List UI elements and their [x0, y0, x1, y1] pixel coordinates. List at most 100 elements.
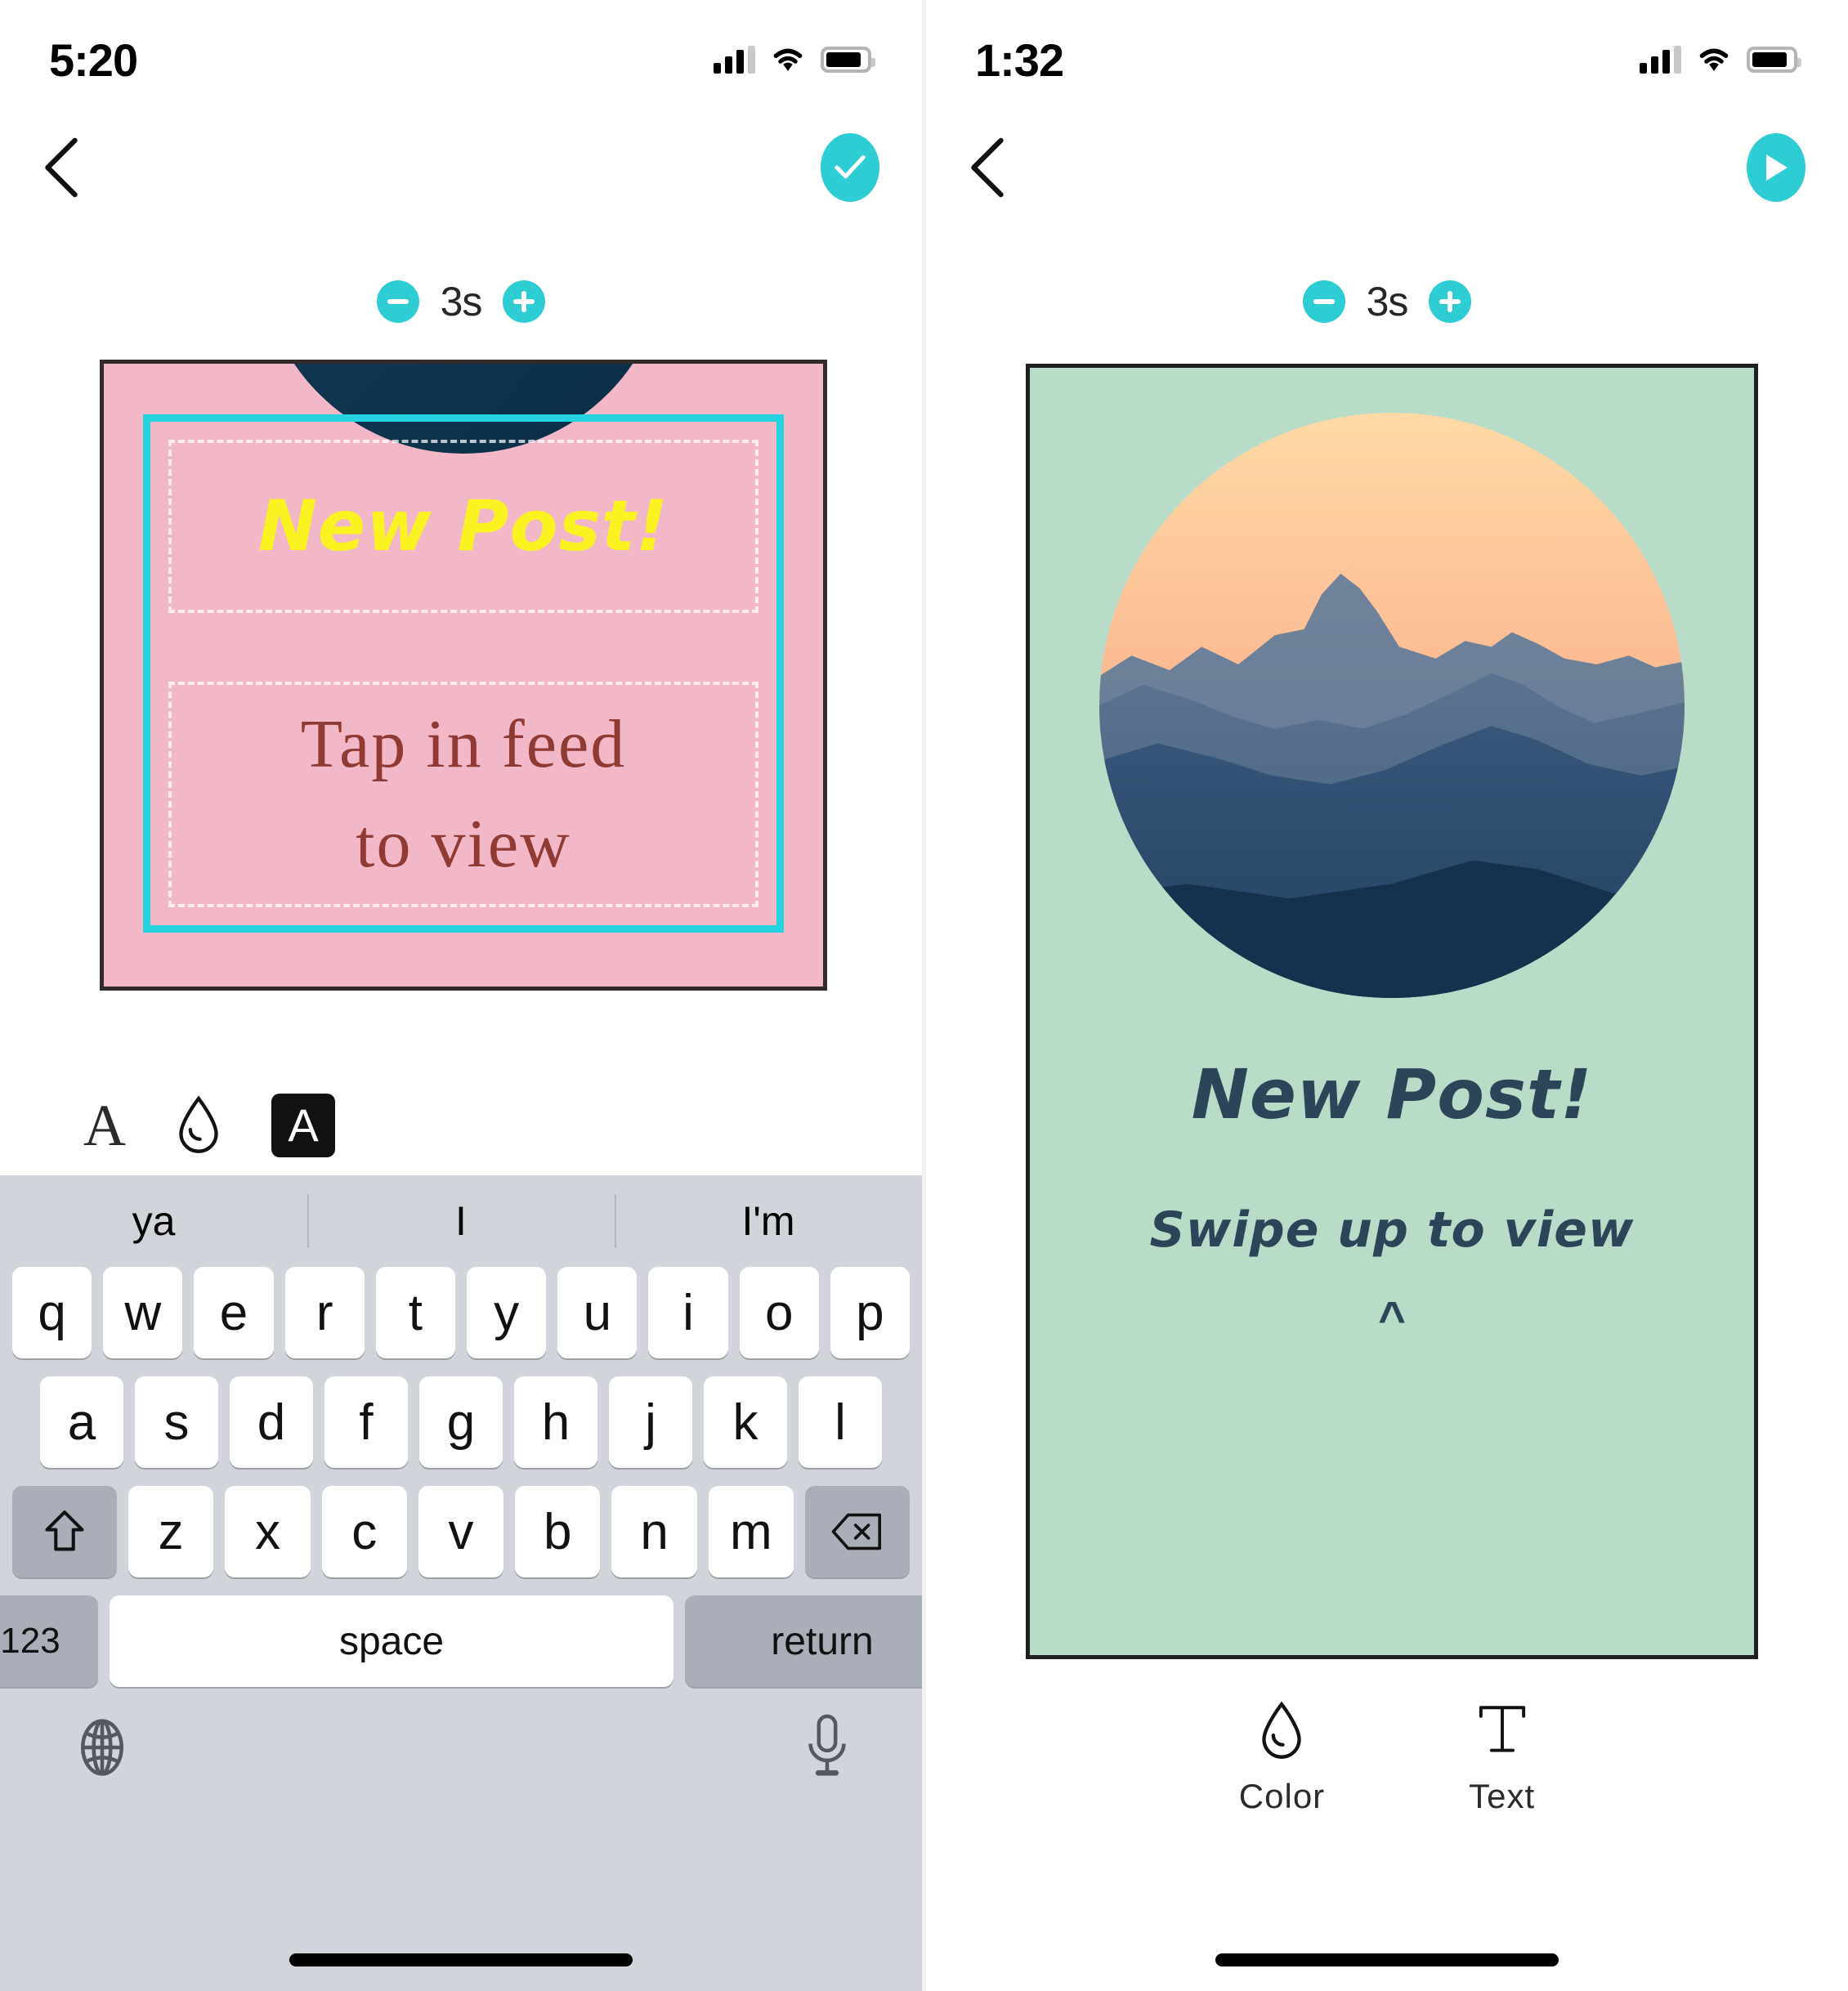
battery-icon — [821, 47, 875, 73]
suggestion-bar: ya I I'm — [0, 1175, 922, 1267]
navigation-bar — [0, 114, 922, 221]
card-body: Tap in feed to view — [301, 695, 627, 894]
card-body-line2: to view — [356, 806, 571, 882]
home-indicator — [1215, 1953, 1559, 1966]
status-time: 1:32 — [975, 34, 1064, 86]
story-card-editor[interactable]: New Post! Tap in feed to view — [100, 360, 827, 991]
keyboard-row-3: z x c v b n m — [0, 1486, 922, 1577]
on-screen-keyboard: ya I I'm q w e r t y u i o p a s d f g h… — [0, 1175, 922, 1991]
key-z[interactable]: z — [128, 1486, 214, 1577]
globe-icon[interactable] — [70, 1715, 134, 1780]
key-j[interactable]: j — [609, 1376, 692, 1468]
keyboard-row-1: q w e r t y u i o p — [0, 1267, 922, 1358]
duration-control: 3s — [0, 278, 922, 325]
text-tool-button[interactable]: Text — [1469, 1700, 1535, 1816]
key-d[interactable]: d — [230, 1376, 313, 1468]
increase-duration-button[interactable] — [1429, 280, 1472, 323]
key-m[interactable]: m — [708, 1486, 794, 1577]
decrease-duration-button[interactable] — [376, 280, 419, 323]
key-v[interactable]: v — [418, 1486, 504, 1577]
battery-icon — [1747, 47, 1801, 73]
text-tool-label: Text — [1469, 1777, 1536, 1815]
numbers-key[interactable]: 123 — [0, 1595, 98, 1687]
right-phone-screen: 1:32 3s New Post! Swipe up to view ^ Col… — [926, 0, 1848, 1991]
check-icon — [835, 154, 866, 179]
suggestion-2[interactable]: I'm — [615, 1197, 922, 1245]
key-y[interactable]: y — [467, 1267, 547, 1358]
key-g[interactable]: g — [419, 1376, 503, 1468]
key-q[interactable]: q — [11, 1267, 92, 1358]
navigation-bar — [926, 114, 1848, 221]
key-o[interactable]: o — [739, 1267, 819, 1358]
key-w[interactable]: w — [103, 1267, 183, 1358]
key-x[interactable]: x — [225, 1486, 311, 1577]
suggestion-1[interactable]: I — [307, 1197, 615, 1245]
cellular-signal-icon — [1640, 46, 1681, 74]
status-bar: 5:20 — [0, 0, 922, 108]
back-chevron-icon[interactable] — [39, 136, 85, 199]
editor-tool-row: A A — [0, 1064, 335, 1187]
play-icon — [1766, 154, 1788, 181]
microphone-icon[interactable] — [803, 1713, 852, 1782]
card-headline: New Post! — [257, 485, 669, 567]
space-key[interactable]: space — [110, 1595, 673, 1687]
droplet-icon — [179, 1095, 218, 1153]
back-chevron-icon[interactable] — [965, 136, 1011, 199]
story-card-preview[interactable]: New Post! Swipe up to view ^ — [1026, 364, 1758, 1659]
decrease-duration-button[interactable] — [1302, 280, 1345, 323]
preview-headline: New Post! — [1191, 1054, 1593, 1134]
duration-value: 3s — [1366, 279, 1409, 324]
body-text-box[interactable]: Tap in feed to view — [168, 682, 758, 907]
droplet-icon — [1262, 1701, 1302, 1759]
delete-key[interactable] — [804, 1486, 910, 1577]
preview-bottom-toolbar: Color Text — [926, 1700, 1848, 1816]
color-tool-button[interactable] — [173, 1094, 224, 1157]
key-e[interactable]: e — [194, 1267, 274, 1358]
key-k[interactable]: k — [704, 1376, 787, 1468]
confirm-button[interactable] — [821, 133, 879, 202]
color-tool-label: Color — [1238, 1777, 1326, 1815]
text-selection-frame[interactable]: New Post! Tap in feed to view — [143, 414, 784, 933]
mountain-photo-svg — [1099, 413, 1685, 998]
key-h[interactable]: h — [514, 1376, 597, 1468]
wifi-icon — [1699, 48, 1729, 71]
suggestion-0[interactable]: ya — [0, 1197, 307, 1245]
keyboard-row-4: 123 space return — [0, 1595, 922, 1687]
text-style-a-icon: A — [288, 1099, 319, 1151]
key-t[interactable]: t — [375, 1267, 455, 1358]
key-r[interactable]: r — [284, 1267, 365, 1358]
backspace-icon — [831, 1513, 881, 1550]
mountain-sunset-photo — [1099, 413, 1685, 998]
key-c[interactable]: c — [321, 1486, 407, 1577]
key-f[interactable]: f — [324, 1376, 408, 1468]
key-s[interactable]: s — [135, 1376, 218, 1468]
text-style-active-square: A — [271, 1094, 335, 1157]
duration-value: 3s — [440, 279, 483, 324]
status-time: 5:20 — [49, 34, 138, 86]
font-tool-button[interactable]: A — [83, 1096, 126, 1155]
key-a[interactable]: a — [40, 1376, 123, 1468]
key-n[interactable]: n — [611, 1486, 697, 1577]
color-tool-button[interactable]: Color — [1239, 1700, 1325, 1816]
key-p[interactable]: p — [830, 1267, 911, 1358]
status-indicators — [714, 46, 875, 74]
key-u[interactable]: u — [557, 1267, 638, 1358]
font-a-icon: A — [83, 1093, 126, 1158]
left-phone-screen: 5:20 3s New Post! Tap in feed to view A … — [0, 0, 922, 1991]
headline-text-box[interactable]: New Post! — [168, 440, 758, 613]
dual-screenshot-container: 5:20 3s New Post! Tap in feed to view A … — [0, 0, 1848, 1991]
card-body-line1: Tap in feed — [300, 706, 627, 783]
duration-control: 3s — [926, 278, 1848, 325]
key-b[interactable]: b — [515, 1486, 601, 1577]
text-style-tool-button[interactable]: A — [271, 1094, 335, 1157]
shift-key[interactable] — [12, 1486, 118, 1577]
home-indicator — [289, 1953, 633, 1966]
increase-duration-button[interactable] — [503, 280, 546, 323]
key-l[interactable]: l — [799, 1376, 882, 1468]
play-button[interactable] — [1747, 133, 1805, 202]
key-i[interactable]: i — [648, 1267, 728, 1358]
status-bar: 1:32 — [926, 0, 1848, 108]
swipe-up-caret-icon: ^ — [1378, 1292, 1406, 1345]
return-key[interactable]: return — [685, 1595, 922, 1687]
keyboard-bottom-row — [0, 1687, 922, 1782]
